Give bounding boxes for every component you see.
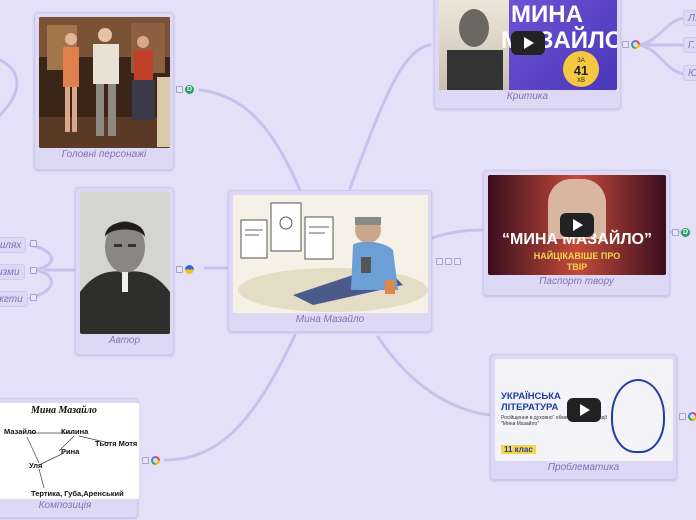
diagram-title: Мина Мазайло: [31, 405, 97, 416]
node-label: Композиція: [38, 500, 92, 511]
composition-diagram: Мина Мазайло Мазайло Килина Тьотя Мотя Р…: [0, 403, 139, 499]
bandura-illustration: [611, 379, 665, 453]
node-label: Паспорт твору: [539, 276, 614, 287]
duration-badge: ЗА 41 ХВ: [563, 51, 599, 87]
passport-subtitle-2: ТВІР: [566, 262, 588, 272]
link-left-top: [0, 58, 19, 117]
duration-unit: ХВ: [576, 78, 585, 84]
diagram-name-others: Тертика, Губа,Аренський: [31, 489, 124, 498]
problems-video-thumb[interactable]: УКРАЇНСЬКА ЛІТЕРАТУРА Російщення в духов…: [495, 359, 673, 461]
diagram-name-mazailo: Мазайло: [4, 427, 37, 436]
left-branch-toggle[interactable]: [30, 267, 37, 274]
node-composition[interactable]: Мина Мазайло Мазайло Килина Тьотя Мотя Р…: [0, 398, 139, 518]
node-passport[interactable]: “МИНА МАЗАЙЛО” НАЙЦІКАВІШЕ ПРО ТВІР Пасп…: [483, 170, 670, 296]
node-problems[interactable]: УКРАЇНСЬКА ЛІТЕРАТУРА Російщення в духов…: [490, 354, 677, 480]
criticism-video-thumb[interactable]: МИНА МАЗАЙЛО ЗА 41 ХВ: [439, 0, 617, 90]
link-composition: [163, 333, 297, 462]
link-characters: [198, 88, 302, 192]
lesson-title: УКРАЇНСЬКА ЛІТЕРАТУРА: [501, 391, 561, 413]
right-branch-label-3[interactable]: Ю: [683, 65, 696, 81]
diagram-name-motia: Тьотя Мотя: [95, 439, 138, 448]
link-right-1: [638, 16, 685, 47]
theatre-photo: [39, 17, 170, 148]
grade-label: 11 клас: [501, 445, 536, 454]
node-label: Критика: [506, 91, 549, 102]
left-branch-toggle[interactable]: [30, 294, 37, 301]
node-label: Головні персонажі: [61, 149, 147, 160]
left-branch-label-2[interactable]: изми: [0, 264, 25, 280]
diagram-name-ulia: Уля: [29, 461, 43, 470]
diagram-name-kylyna: Килина: [61, 427, 89, 436]
duration-minutes: 41: [573, 63, 589, 78]
play-icon[interactable]: [567, 398, 601, 422]
node-author[interactable]: Автор: [75, 187, 174, 355]
problems-attachments[interactable]: [679, 412, 696, 421]
criticism-title-1: МИНА: [511, 1, 583, 28]
left-branch-label-1[interactable]: шлях: [0, 237, 27, 253]
google-docs-icon: D: [681, 228, 690, 237]
left-branch-label-3[interactable]: жгти: [0, 291, 28, 307]
link-passport: [430, 228, 486, 240]
central-attachments[interactable]: [436, 258, 461, 265]
ukraine-flag-icon: [185, 265, 194, 274]
right-branch-text: Г.: [688, 40, 696, 51]
right-branch-text: Л.: [688, 13, 696, 24]
criticism-attachments[interactable]: [622, 40, 640, 49]
central-illustration: [233, 195, 428, 313]
passport-attachments[interactable]: D: [672, 228, 690, 237]
characters-attachments[interactable]: D: [176, 85, 194, 94]
left-branch-text: изми: [0, 267, 20, 278]
left-branch-toggle[interactable]: [30, 240, 37, 247]
criticism-portrait: [439, 0, 509, 90]
link-right-3: [638, 43, 685, 76]
central-node[interactable]: Мина Мазайло: [228, 190, 432, 332]
node-label: Проблематика: [547, 462, 620, 473]
right-branch-label-2[interactable]: Г.: [683, 37, 696, 53]
passport-video-thumb[interactable]: “МИНА МАЗАЙЛО” НАЙЦІКАВІШЕ ПРО ТВІР: [488, 175, 666, 275]
right-branch-text: Ю: [688, 68, 696, 79]
google-icon: [151, 456, 160, 465]
left-branch-text: жгти: [0, 294, 23, 305]
composition-attachments[interactable]: [142, 456, 160, 465]
google-icon: [688, 412, 696, 421]
right-branch-label-1[interactable]: Л.: [683, 10, 696, 26]
central-label: Мина Мазайло: [295, 314, 365, 325]
node-characters[interactable]: Головні персонажі: [34, 12, 174, 170]
play-icon[interactable]: [511, 30, 545, 55]
author-attachments[interactable]: [176, 265, 194, 274]
play-icon[interactable]: [560, 213, 594, 237]
passport-subtitle: НАЙЦІКАВІШЕ ПРО: [533, 251, 621, 261]
link-problems: [376, 335, 492, 417]
node-criticism[interactable]: МИНА МАЗАЙЛО ЗА 41 ХВ Критика: [434, 0, 621, 109]
node-label: Автор: [108, 335, 141, 346]
google-docs-icon: D: [185, 85, 194, 94]
author-portrait: [80, 192, 170, 334]
diagram-name-ryna: Рина: [61, 447, 80, 456]
link-criticism: [348, 43, 432, 190]
left-branch-text: шлях: [0, 240, 22, 251]
google-icon: [631, 40, 640, 49]
